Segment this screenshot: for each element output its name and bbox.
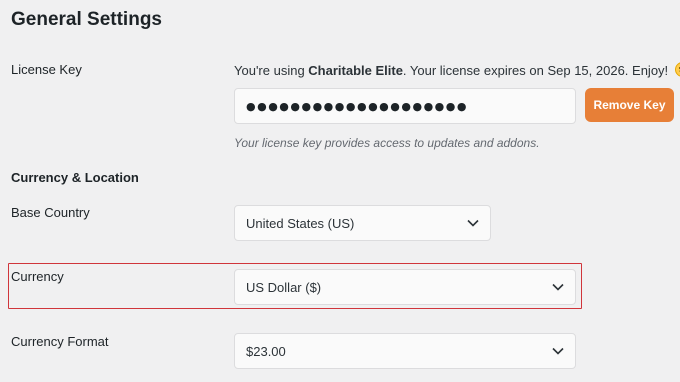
currency-format-value: $23.00 <box>246 343 286 359</box>
license-info-prefix: You're using <box>234 63 309 78</box>
license-info-suffix: . Your license expires on Sep 15, 2026. … <box>402 63 669 78</box>
currency-select[interactable]: US Dollar ($) <box>234 269 576 305</box>
license-help-text: Your license key provides access to upda… <box>234 136 540 150</box>
license-status-text: You're using Charitable Elite. Your lice… <box>234 62 680 78</box>
slightly-smiling-face-icon <box>674 62 680 77</box>
base-country-label: Base Country <box>11 205 90 220</box>
currency-location-heading: Currency & Location <box>11 170 139 185</box>
chevron-down-icon <box>467 219 479 227</box>
license-key-label: License Key <box>11 62 82 77</box>
base-country-value: United States (US) <box>246 215 355 231</box>
base-country-select[interactable]: United States (US) <box>234 205 491 241</box>
chevron-down-icon <box>552 347 564 355</box>
currency-format-select[interactable]: $23.00 <box>234 333 576 369</box>
currency-value: US Dollar ($) <box>246 279 322 295</box>
currency-format-label: Currency Format <box>11 334 109 349</box>
currency-label: Currency <box>11 269 64 284</box>
page-title: General Settings <box>11 9 162 30</box>
remove-key-button[interactable]: Remove Key <box>585 88 674 122</box>
chevron-down-icon <box>552 283 564 291</box>
license-plan-name: Charitable Elite <box>308 63 403 78</box>
license-key-input[interactable]: ●●●●●●●●●●●●●●●●●●●● <box>234 88 576 124</box>
